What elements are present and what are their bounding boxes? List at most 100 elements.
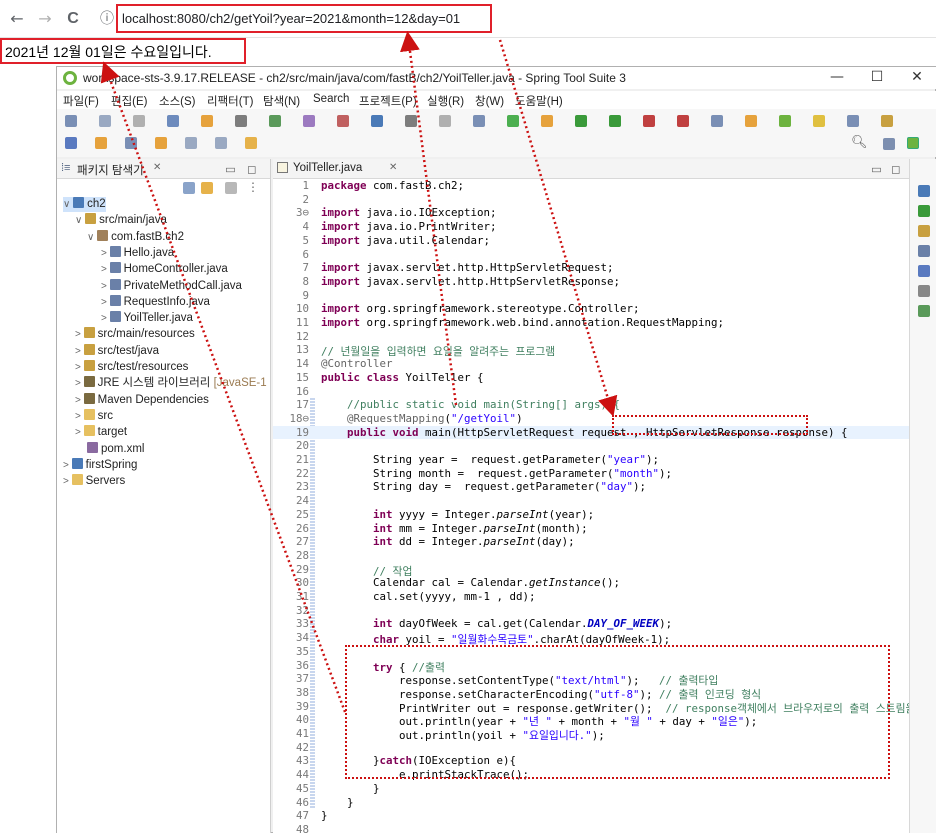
code-line[interactable]: import org.springframework.web.bind.anno… [321,316,724,329]
site-info-icon[interactable]: ⓘ [96,8,118,30]
toolbar-icon[interactable] [95,137,107,149]
expand-arrow-icon[interactable]: ∨ [87,232,97,243]
expand-arrow-icon[interactable]: ∨ [75,215,85,226]
tasks-icon[interactable] [918,245,930,257]
servers-icon[interactable] [918,285,930,297]
view-menu-icon[interactable]: ⋮ [247,180,259,194]
code-line[interactable]: import javax.servlet.http.HttpServletReq… [321,261,614,274]
expand-arrow-icon[interactable]: > [75,395,84,406]
toolbar-icon[interactable] [133,115,145,127]
tree-item[interactable]: > RequestInfo.java [101,294,210,310]
code-line[interactable]: int mm = Integer.parseInt(month); [321,522,588,535]
code-line[interactable]: int dd = Integer.parseInt(day); [321,535,575,548]
toolbar-icon[interactable] [215,137,227,149]
toolbar-icon[interactable] [643,115,655,127]
editor-minimize-icon[interactable]: ▭ [871,162,882,176]
toolbar-icon[interactable] [337,115,349,127]
tree-item[interactable]: ∨ ch2 [63,197,106,212]
back-button[interactable]: ← [6,8,28,30]
boot-dashboard-icon[interactable] [918,305,930,317]
toolbar-icon[interactable] [609,115,621,127]
code-line[interactable]: @Controller [321,357,393,370]
explorer-close-icon[interactable]: ✕ [153,162,161,173]
menu-search[interactable]: Search [313,93,349,105]
toolbar-icon[interactable] [541,115,553,127]
tree-item[interactable]: > Servers [63,474,125,489]
code-line[interactable]: package com.fastB.ch2; [321,179,464,192]
close-button[interactable]: ✕ [897,69,936,87]
toolbar-icon[interactable] [507,115,519,127]
tree-item[interactable]: > target [75,425,127,440]
code-line[interactable]: public class YoilTeller { [321,371,484,384]
code-line[interactable]: String day = request.getParameter("day")… [321,480,646,493]
toolbar-icon[interactable] [269,115,281,127]
code-line[interactable]: int yyyy = Integer.parseInt(year); [321,508,594,521]
expand-arrow-icon[interactable]: > [75,427,84,438]
toolbar-icon[interactable] [167,115,179,127]
hierarchy-icon[interactable] [918,205,930,217]
code-line[interactable]: String year = request.getParameter("year… [321,453,659,466]
menu-file[interactable]: 파일(F) [63,93,99,109]
toolbar-icon[interactable] [881,115,893,127]
code-line[interactable]: import javax.servlet.http.HttpServletRes… [321,275,620,288]
link-editor-icon[interactable] [201,182,213,194]
tree-item[interactable]: > YoilTeller.java [101,311,193,326]
toolbar-icon[interactable] [711,115,723,127]
code-line[interactable]: String month = request.getParameter("mon… [321,467,672,480]
toolbar-icon[interactable] [201,115,213,127]
toolbar-icon[interactable] [65,137,77,149]
expand-arrow-icon[interactable]: > [101,248,110,259]
toolbar-icon[interactable] [185,137,197,149]
tree-item[interactable]: > src [75,408,113,424]
toolbar-icon[interactable] [575,115,587,127]
menu-refactor[interactable]: 리팩터(T) [207,93,253,109]
editor-maximize-icon[interactable]: ◻ [891,162,901,176]
expand-arrow-icon[interactable]: ∨ [63,199,73,210]
open-perspective-icon[interactable] [883,138,895,150]
tree-item[interactable]: > src/test/resources [75,360,188,375]
tree-item[interactable]: > HomeController.java [101,262,228,277]
code-line[interactable]: import java.io.PrintWriter; [321,220,497,233]
tree-item[interactable]: > Hello.java [101,245,174,261]
toolbar-icon[interactable] [405,115,417,127]
expand-arrow-icon[interactable]: > [75,411,84,422]
code-line[interactable]: } [321,796,354,809]
code-line[interactable]: import java.util.Calendar; [321,234,490,247]
forward-button[interactable]: → [34,8,56,30]
expand-arrow-icon[interactable]: > [75,378,84,389]
toolbar-icon[interactable] [245,137,257,149]
toolbar-icon[interactable] [847,115,859,127]
expand-arrow-icon[interactable]: > [101,264,110,275]
expand-arrow-icon[interactable]: > [75,329,84,340]
toolbar-icon[interactable] [155,137,167,149]
reload-button[interactable]: C [62,8,84,30]
code-line[interactable]: import java.io.IOException; [321,206,497,219]
toolbar-icon[interactable] [235,115,247,127]
expand-arrow-icon[interactable]: > [75,362,84,373]
toolbar-icon[interactable] [745,115,757,127]
menu-project[interactable]: 프로젝트(P) [359,93,417,109]
maximize-view-icon[interactable]: ◻ [247,162,257,176]
code-line[interactable]: import org.springframework.stereotype.Co… [321,302,640,315]
tree-item[interactable]: ∨ src/main/java [75,213,167,228]
menu-help[interactable]: 도움말(H) [515,93,563,109]
tree-item[interactable]: pom.xml [87,441,144,457]
menu-window[interactable]: 창(W) [475,93,504,109]
code-line[interactable]: } [321,809,328,822]
code-line[interactable]: } [321,782,380,795]
expand-arrow-icon[interactable]: > [101,281,110,292]
menu-source[interactable]: 소스(S) [159,93,196,109]
outline-icon[interactable] [918,185,930,197]
menu-run[interactable]: 실행(R) [427,93,464,109]
search-icon[interactable]: 🔍︎ [851,135,868,150]
tree-item[interactable]: ∨ com.fastB.ch2 [87,229,184,245]
minimize-view-icon[interactable]: ▭ [225,162,236,176]
toolbar-icon[interactable] [779,115,791,127]
explorer-tab[interactable]: ⁞≡ 패키지 탐색기 ✕ ▭ ◻ [57,159,270,179]
tree-item[interactable]: > JRE 시스템 라이브러리 [JavaSE-1 [75,376,267,391]
toolbar-icon[interactable] [125,137,137,149]
tree-item[interactable]: > PrivateMethodCall.java [101,278,242,294]
expand-arrow-icon[interactable]: > [75,346,84,357]
console-icon[interactable] [918,265,930,277]
toolbar-icon[interactable] [813,115,825,127]
